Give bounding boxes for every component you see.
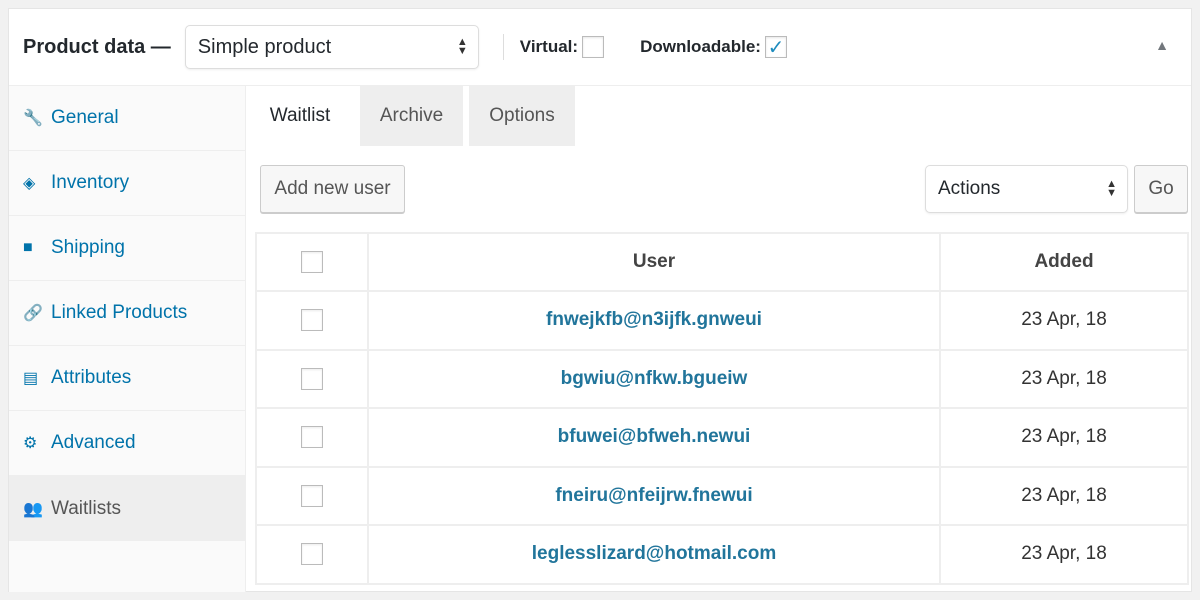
- table-row: fnwejkfb@n3ijfk.gnweui 23 Apr, 18: [255, 290, 1189, 351]
- link-icon: 🔗: [23, 305, 43, 322]
- row-checkbox[interactable]: [301, 309, 323, 332]
- added-date: 23 Apr, 18: [939, 348, 1189, 409]
- users-icon: 👥: [23, 500, 43, 518]
- tab-archive[interactable]: Archive: [360, 86, 463, 146]
- added-date: 23 Apr, 18: [939, 524, 1189, 585]
- added-date: 23 Apr, 18: [939, 407, 1189, 468]
- row-checkbox[interactable]: [301, 367, 323, 390]
- added-date: 23 Apr, 18: [939, 465, 1189, 526]
- downloadable-checkbox[interactable]: ✓: [764, 36, 787, 59]
- row-select-cell: [255, 290, 369, 351]
- tab-options[interactable]: Options: [469, 86, 575, 146]
- sidebar-item-shipping[interactable]: ■ Shipping: [9, 216, 245, 281]
- sidebar-item-label: Shipping: [51, 237, 125, 258]
- tag-icon: ◈: [23, 175, 36, 192]
- product-data-sidebar: 🔧 General ◈ Inventory ■ Shipping 🔗 Linked Produ…: [9, 86, 246, 592]
- select-arrows-icon: ▲ ▼: [1106, 178, 1117, 199]
- tab-waitlist[interactable]: Waitlist: [246, 86, 354, 146]
- row-select-cell: [255, 407, 369, 468]
- user-email-link[interactable]: fnwejkfb@n3ijfk.gnweui: [367, 290, 941, 351]
- table-header-row: User Added: [255, 232, 1189, 292]
- go-button[interactable]: Go: [1134, 165, 1188, 213]
- select-arrows-icon: ▲ ▼: [456, 36, 468, 57]
- column-added: Added: [939, 232, 1189, 292]
- sidebar-item-label: Attributes: [51, 367, 132, 388]
- bulk-actions-select[interactable]: Actions ▲ ▼: [925, 165, 1128, 213]
- user-email-link[interactable]: fneiru@nfeijrw.fnewui: [367, 465, 941, 526]
- user-email-link[interactable]: bgwiu@nfkw.bgueiw: [367, 348, 941, 409]
- divider: [502, 34, 504, 60]
- actions-value: Actions: [938, 178, 1001, 199]
- sidebar-item-label: Advanced: [51, 432, 136, 453]
- table-row: bgwiu@nfkw.bgueiw 23 Apr, 18: [255, 348, 1189, 409]
- sidebar-item-general[interactable]: 🔧 General: [9, 86, 245, 151]
- table-row: bfuwei@bfweh.newui 23 Apr, 18: [255, 407, 1189, 468]
- checkmark-icon: ✓: [767, 36, 785, 59]
- product-data-panel: Product data — Simple product ▲ ▼ Virtual…: [8, 8, 1192, 592]
- user-email-link[interactable]: bfuwei@bfweh.newui: [367, 407, 941, 468]
- sidebar-item-inventory[interactable]: ◈ Inventory: [9, 151, 245, 216]
- sidebar-item-label: Waitlists: [51, 497, 122, 519]
- sidebar-item-label: General: [51, 107, 119, 128]
- select-all-checkbox[interactable]: [301, 250, 323, 273]
- product-type-select[interactable]: Simple product ▲ ▼: [184, 25, 479, 69]
- row-checkbox[interactable]: [301, 426, 323, 449]
- sidebar-item-advanced[interactable]: ⚙ Advanced: [9, 411, 245, 476]
- gear-icon: ⚙: [23, 435, 38, 452]
- truck-icon: ■: [23, 239, 33, 256]
- panel-header: Product data — Simple product ▲ ▼ Virtual…: [9, 9, 1191, 86]
- row-select-cell: [255, 348, 369, 409]
- wrench-icon: 🔧: [23, 110, 43, 127]
- sidebar-item-label: Linked Products: [51, 302, 188, 323]
- downloadable-label: Downloadable:: [640, 37, 761, 56]
- row-select-cell: [255, 465, 369, 526]
- added-date: 23 Apr, 18: [939, 290, 1189, 351]
- panel-title: Product data —: [23, 35, 171, 58]
- row-checkbox[interactable]: [301, 543, 323, 566]
- table-row: fneiru@nfeijrw.fnewui 23 Apr, 18: [255, 465, 1189, 526]
- list-icon: ▤: [23, 370, 39, 387]
- add-new-user-button[interactable]: Add new user: [260, 165, 405, 213]
- virtual-checkbox[interactable]: [582, 36, 605, 58]
- table-row: leglesslizard@hotmail.com 23 Apr, 18: [255, 524, 1189, 585]
- row-checkbox[interactable]: [301, 484, 323, 507]
- waitlist-table: User Added fnwejkfb@n3ijfk.gnweui 23 Apr,…: [255, 232, 1189, 585]
- sidebar-item-label: Inventory: [51, 172, 130, 193]
- collapse-toggle-icon[interactable]: ▲: [1155, 37, 1169, 53]
- select-all-cell: [255, 232, 369, 292]
- virtual-label: Virtual:: [519, 37, 579, 56]
- row-select-cell: [255, 524, 369, 585]
- product-type-value: Simple product: [197, 35, 332, 58]
- waitlist-tabs: Waitlist Archive Options: [246, 86, 581, 146]
- column-user: User: [367, 232, 941, 292]
- sidebar-item-linked-products[interactable]: 🔗 Linked Products: [9, 281, 245, 346]
- sidebar-item-waitlists[interactable]: 👥 Waitlists: [9, 476, 245, 541]
- user-email-link[interactable]: leglesslizard@hotmail.com: [367, 524, 941, 585]
- sidebar-item-attributes[interactable]: ▤ Attributes: [9, 346, 245, 411]
